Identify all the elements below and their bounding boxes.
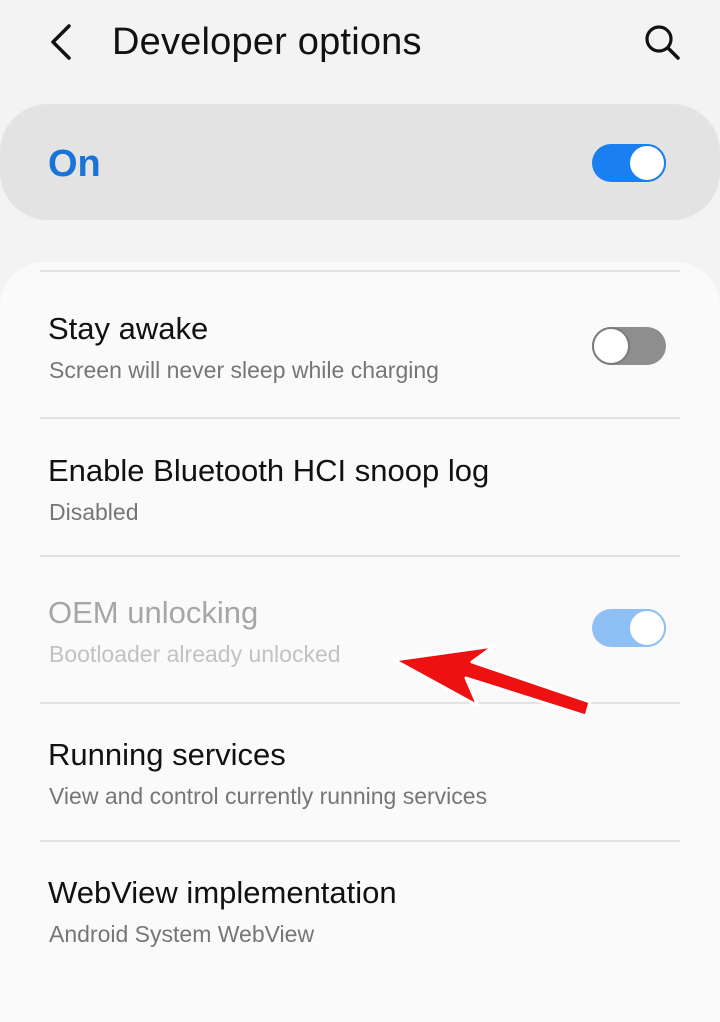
- page-title: Developer options: [112, 21, 422, 63]
- item-title: Stay awake: [48, 311, 209, 346]
- divider: [40, 555, 680, 557]
- back-button[interactable]: [36, 14, 88, 70]
- search-icon: [645, 25, 680, 60]
- switch-knob: [592, 327, 630, 365]
- divider: [40, 840, 680, 842]
- item-title: Running services: [48, 737, 286, 772]
- master-switch-card[interactable]: On: [0, 104, 720, 220]
- switch-knob: [628, 144, 666, 182]
- top-app-bar: Developer options: [0, 0, 720, 86]
- divider: [40, 702, 680, 704]
- item-title: OEM unlocking: [48, 595, 259, 630]
- item-subtitle: Disabled: [49, 499, 139, 525]
- list-item-webview-implementation[interactable]: WebView implementation Android System We…: [0, 873, 720, 983]
- item-subtitle: Bootloader already unlocked: [49, 641, 341, 667]
- chevron-left-icon: [51, 24, 71, 60]
- switch-knob: [628, 609, 666, 647]
- stay-awake-toggle-switch[interactable]: [592, 327, 666, 365]
- item-subtitle: Screen will never sleep while charging: [49, 357, 439, 383]
- list-item-stay-awake[interactable]: Stay awake Screen will never sleep while…: [0, 309, 720, 419]
- list-item-running-services[interactable]: Running services View and control curren…: [0, 735, 720, 845]
- oem-unlocking-toggle-switch[interactable]: [592, 609, 666, 647]
- divider: [40, 417, 680, 419]
- divider: [40, 270, 680, 272]
- item-title: Enable Bluetooth HCI snoop log: [48, 453, 490, 488]
- item-title: WebView implementation: [48, 875, 397, 910]
- item-subtitle: View and control currently running servi…: [49, 783, 488, 809]
- list-item-oem-unlocking[interactable]: OEM unlocking Bootloader already unlocke…: [0, 593, 720, 703]
- item-subtitle: Android System WebView: [49, 921, 315, 947]
- search-button[interactable]: [634, 16, 690, 68]
- master-toggle-switch[interactable]: [592, 144, 666, 182]
- list-item-bluetooth-hci-snoop-log[interactable]: Enable Bluetooth HCI snoop log Disabled: [0, 451, 720, 561]
- settings-list: Stay awake Screen will never sleep while…: [0, 262, 720, 1022]
- master-switch-label: On: [48, 143, 101, 185]
